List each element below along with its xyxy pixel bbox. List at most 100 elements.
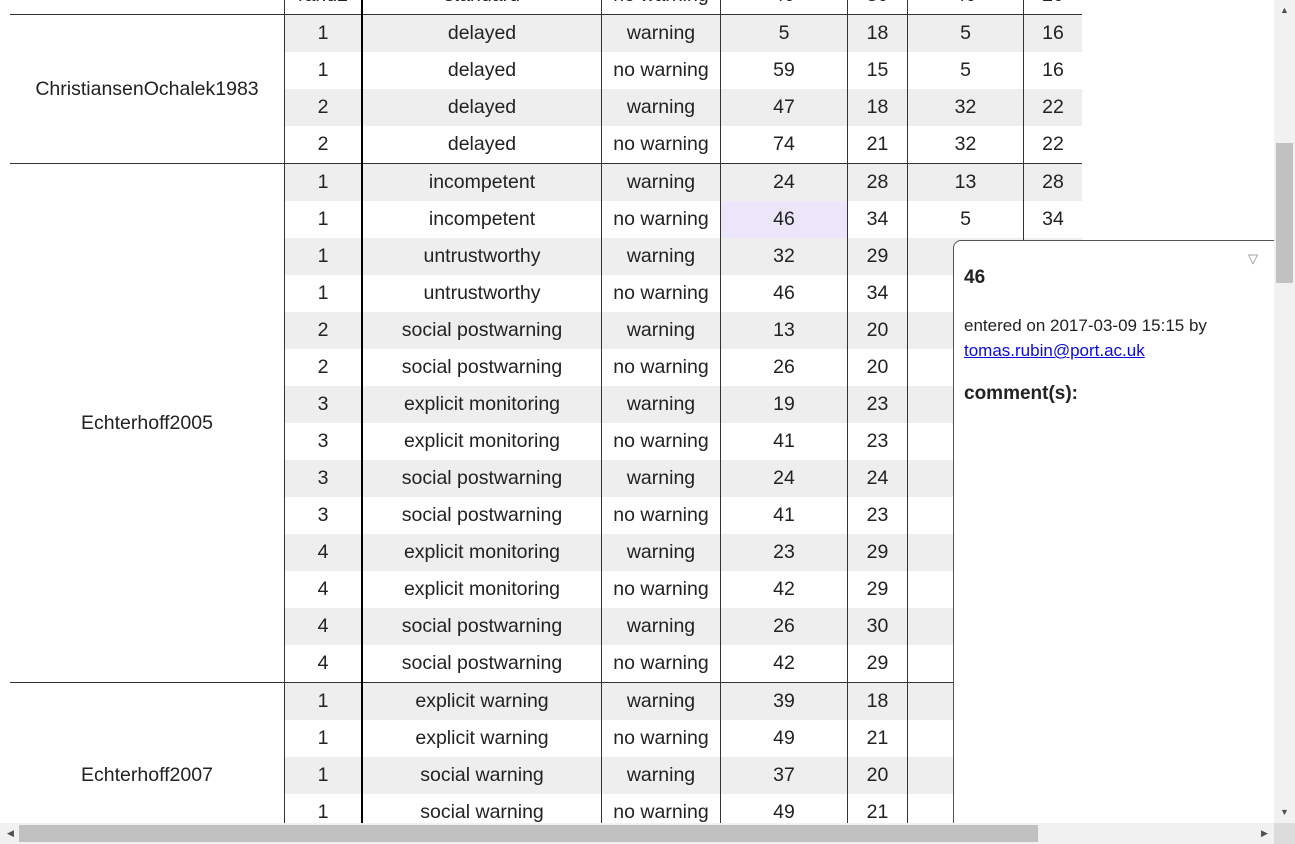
cell-condition[interactable]: explicit monitoring (362, 423, 602, 460)
cell-value-2[interactable]: 18 (847, 89, 908, 126)
cell-condition[interactable]: social warning (362, 794, 602, 823)
cell-warning-type[interactable]: no warning (601, 349, 721, 386)
cell-rand[interactable]: 3 (284, 423, 363, 460)
cell-value-1[interactable]: 19 (720, 386, 848, 423)
cell-value-2[interactable]: 30 (847, 608, 908, 645)
cell-warning-type[interactable]: warning (601, 238, 721, 275)
cell-value-1[interactable]: 39 (720, 682, 848, 720)
cell-value-1[interactable]: 47 (720, 89, 848, 126)
cell-condition[interactable]: social postwarning (362, 312, 602, 349)
cell-rand[interactable]: 2 (284, 349, 363, 386)
cell-warning-type[interactable]: no warning (601, 497, 721, 534)
cell-value-4[interactable]: 28 (1023, 163, 1082, 201)
cell-value-3[interactable]: 40 (907, 0, 1024, 15)
cell-condition[interactable]: delayed (362, 89, 602, 126)
cell-condition[interactable]: explicit warning (362, 720, 602, 757)
horizontal-scroll-thumb[interactable] (19, 825, 1038, 842)
cell-rand[interactable]: 4 (284, 645, 363, 683)
cell-value-1[interactable]: 46 (720, 201, 848, 238)
vertical-scroll-thumb[interactable] (1276, 143, 1293, 283)
cell-rand[interactable]: 2 (284, 89, 363, 126)
cell-rand[interactable]: 1 (284, 794, 363, 823)
cell-value-1[interactable]: 41 (720, 423, 848, 460)
cell-condition[interactable]: explicit monitoring (362, 534, 602, 571)
cell-condition[interactable]: incompetent (362, 163, 602, 201)
cell-value-1[interactable]: 42 (720, 571, 848, 608)
cell-rand[interactable]: 4 (284, 608, 363, 645)
cell-condition[interactable]: social postwarning (362, 349, 602, 386)
cell-warning-type[interactable]: no warning (601, 645, 721, 683)
cell-condition[interactable]: delayed (362, 14, 602, 52)
cell-value-2[interactable]: 20 (847, 312, 908, 349)
cell-rand[interactable]: 3 (284, 497, 363, 534)
cell-value-1[interactable]: 24 (720, 460, 848, 497)
cell-rand[interactable]: 1 (284, 275, 363, 312)
cell-warning-type[interactable]: warning (601, 682, 721, 720)
cell-warning-type[interactable]: no warning (601, 0, 721, 15)
cell-condition[interactable]: social postwarning (362, 645, 602, 683)
cell-rand[interactable]: 1 (284, 163, 363, 201)
cell-value-4[interactable]: 16 (1024, 52, 1083, 89)
cell-value-3[interactable]: 13 (907, 163, 1024, 201)
cell-value-2[interactable]: 15 (847, 52, 908, 89)
cell-warning-type[interactable]: warning (601, 608, 721, 645)
cell-rand[interactable]: 1 (284, 238, 363, 275)
cell-value-1[interactable]: 24 (720, 163, 848, 201)
collapse-triangle-icon[interactable]: ▽ (1248, 251, 1258, 267)
cell-condition[interactable]: untrustworthy (362, 238, 602, 275)
cell-condition[interactable]: untrustworthy (362, 275, 602, 312)
cell-rand[interactable]: 1 (284, 201, 363, 238)
cell-value-2[interactable]: 23 (847, 386, 908, 423)
cell-warning-type[interactable]: no warning (601, 720, 721, 757)
cell-value-3[interactable]: 32 (907, 126, 1024, 164)
cell-warning-type[interactable]: warning (601, 163, 721, 201)
cell-warning-type[interactable]: no warning (601, 201, 721, 238)
cell-warning-type[interactable]: warning (601, 14, 721, 52)
cell-warning-type[interactable]: warning (601, 460, 721, 497)
cell-value-3[interactable]: 5 (907, 14, 1024, 52)
cell-value-4[interactable]: 16 (1023, 14, 1082, 52)
cell-rand[interactable]: 1 (284, 14, 363, 52)
cell-warning-type[interactable]: no warning (601, 275, 721, 312)
vertical-scrollbar[interactable]: ▲ ▼ (1274, 0, 1295, 823)
scroll-left-arrow-icon[interactable]: ◀ (2, 823, 19, 844)
cell-warning-type[interactable]: warning (601, 312, 721, 349)
cell-warning-type[interactable]: warning (601, 757, 721, 794)
scroll-down-arrow-icon[interactable]: ▼ (1274, 804, 1295, 821)
cell-condition[interactable]: explicit monitoring (362, 386, 602, 423)
cell-value-4[interactable]: 22 (1024, 126, 1083, 164)
cell-value-2[interactable]: 23 (847, 423, 908, 460)
cell-condition[interactable]: social postwarning (362, 608, 602, 645)
cell-rand[interactable]: 3 (284, 460, 363, 497)
cell-value-1[interactable]: 13 (720, 312, 848, 349)
cell-warning-type[interactable]: no warning (601, 423, 721, 460)
cell-condition[interactable]: social warning (362, 757, 602, 794)
cell-value-4[interactable]: 34 (1024, 201, 1083, 238)
cell-value-1[interactable]: 40 (720, 0, 848, 15)
cell-value-1[interactable]: 74 (720, 126, 848, 164)
cell-value-2[interactable]: 28 (847, 163, 908, 201)
cell-value-2[interactable]: 29 (847, 645, 908, 683)
cell-rand[interactable]: 4 (284, 571, 363, 608)
cell-condition[interactable]: delayed (362, 126, 602, 164)
cell-value-2[interactable]: 34 (847, 201, 908, 238)
cell-condition[interactable]: delayed (362, 52, 602, 89)
cell-value-2[interactable]: 21 (847, 720, 908, 757)
cell-condition[interactable]: incompetent (362, 201, 602, 238)
cell-value-2[interactable]: 20 (847, 349, 908, 386)
cell-value-1[interactable]: 32 (720, 238, 848, 275)
cell-value-1[interactable]: 46 (720, 275, 848, 312)
cell-warning-type[interactable]: warning (601, 386, 721, 423)
cell-value-2[interactable]: 18 (847, 682, 908, 720)
cell-value-2[interactable]: 24 (847, 460, 908, 497)
cell-rand[interactable]: 1 (284, 757, 363, 794)
cell-condition[interactable]: explicit warning (362, 682, 602, 720)
cell-rand[interactable]: 2 (284, 312, 363, 349)
cell-value-1[interactable]: 59 (720, 52, 848, 89)
cell-rand[interactable]: 1 (284, 720, 363, 757)
cell-value-2[interactable]: 30 (847, 0, 908, 15)
cell-value-3[interactable]: 5 (907, 52, 1024, 89)
cell-warning-type[interactable]: warning (601, 89, 721, 126)
cell-condition[interactable]: standard (362, 0, 602, 15)
cell-rand[interactable]: 4 (284, 534, 363, 571)
